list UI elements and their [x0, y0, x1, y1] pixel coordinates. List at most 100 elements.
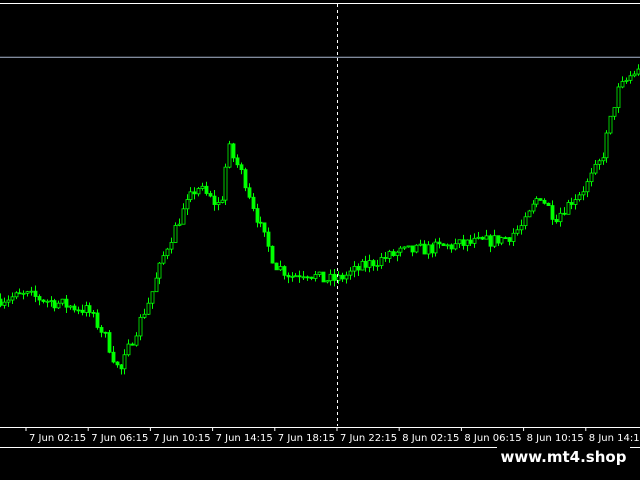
candle-body	[414, 244, 419, 253]
candle-body	[383, 257, 388, 259]
candle-body	[573, 199, 578, 205]
candle-body	[577, 194, 582, 201]
candle-body	[523, 216, 528, 226]
candle-body	[309, 276, 314, 279]
candle-body	[130, 343, 135, 346]
candle-body	[185, 199, 190, 210]
candle-body	[266, 231, 271, 247]
candle-body	[624, 79, 629, 82]
candle-body	[64, 298, 69, 308]
candle	[527, 209, 532, 218]
candle-body	[538, 198, 543, 201]
candle-body	[216, 202, 221, 205]
candle	[227, 140, 232, 169]
candle-body	[352, 265, 357, 272]
candle-body	[348, 270, 353, 276]
candle-body	[620, 81, 625, 88]
candle-body	[154, 277, 159, 293]
candle-body	[367, 260, 372, 268]
candle-body	[21, 292, 26, 295]
candle-body	[251, 196, 256, 209]
candle-body	[375, 265, 380, 267]
candle-body	[488, 235, 493, 247]
candle-body	[476, 236, 481, 239]
candle-body	[379, 257, 384, 266]
candle-body	[604, 132, 609, 159]
candle-body	[161, 255, 166, 264]
candle-body	[231, 143, 236, 159]
x-tick-label: 7 Jun 18:15	[278, 433, 335, 444]
candle-body	[321, 271, 326, 283]
candle-body	[328, 273, 333, 282]
candle-body	[465, 239, 470, 246]
candle-body	[301, 276, 306, 279]
candle-body	[200, 185, 205, 189]
candle-body	[496, 235, 501, 244]
candle-body	[325, 280, 330, 283]
candle-body	[593, 163, 598, 174]
candle-body	[317, 271, 322, 275]
candle-body	[422, 243, 427, 255]
candle	[441, 243, 446, 246]
candle-body	[270, 245, 275, 264]
candle-body	[278, 266, 283, 271]
candle-body	[49, 300, 54, 303]
candle-body	[107, 332, 112, 353]
candle-body	[274, 262, 279, 271]
candle	[604, 130, 609, 163]
candle-body	[515, 229, 520, 234]
candle-body	[608, 115, 613, 134]
candle	[223, 163, 228, 205]
candle-body	[223, 166, 228, 201]
candle-body	[363, 260, 368, 268]
candle-body	[484, 235, 489, 240]
candle-body	[76, 309, 81, 312]
candle-body	[91, 312, 96, 314]
candle-body	[29, 290, 34, 293]
candle	[270, 245, 275, 264]
candle-body	[566, 202, 571, 215]
x-tick-label: 7 Jun 22:15	[340, 433, 397, 444]
chart-background	[0, 0, 640, 480]
candle-body	[418, 243, 423, 246]
candle-body	[332, 273, 337, 281]
candle-body	[122, 354, 127, 370]
candle-body	[313, 274, 318, 279]
candle-body	[72, 305, 77, 311]
candle	[107, 329, 112, 354]
candle-body	[119, 364, 124, 370]
candle-body	[632, 73, 637, 77]
candle-body	[457, 239, 462, 245]
candle-body	[165, 248, 170, 257]
candle-body	[68, 305, 73, 308]
candle-body	[33, 290, 38, 297]
candle-body	[293, 275, 298, 278]
candle	[546, 202, 551, 206]
candle-body	[41, 299, 46, 302]
candle-body	[146, 302, 151, 315]
candle-body	[554, 218, 559, 223]
candle	[608, 115, 613, 135]
candle-body	[25, 291, 30, 294]
candle-body	[282, 266, 287, 276]
candle-body	[150, 291, 155, 304]
candle-body	[387, 251, 392, 259]
candle-body	[503, 237, 508, 240]
candle-body	[157, 262, 162, 279]
candle-body	[227, 143, 232, 168]
candle-body	[426, 244, 431, 255]
candle-body	[115, 361, 120, 366]
x-tick-label: 7 Jun 10:15	[153, 433, 210, 444]
candle-body	[60, 298, 65, 304]
candle-body	[371, 260, 376, 267]
candle-body	[468, 239, 473, 244]
candle-body	[177, 223, 182, 226]
candle-body	[138, 316, 143, 337]
candle-body	[519, 225, 524, 231]
candle-body	[173, 225, 178, 243]
candle-body	[344, 274, 349, 280]
candle-body	[492, 235, 497, 247]
candle-body	[449, 244, 454, 250]
candle-body	[37, 296, 42, 301]
candle-body	[95, 312, 100, 328]
